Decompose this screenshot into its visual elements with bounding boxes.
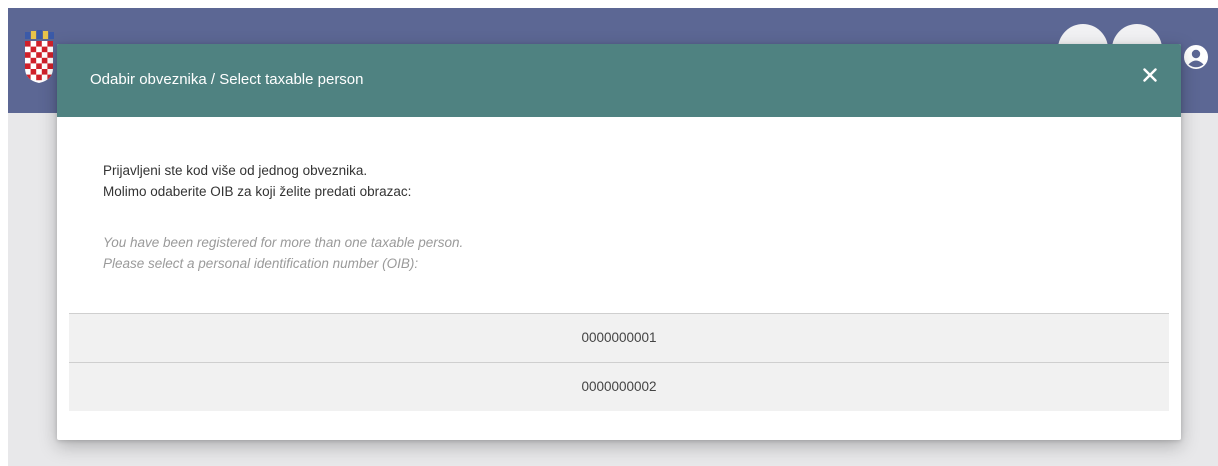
modal-title: Odabir obveznika / Select taxable person — [90, 71, 364, 88]
oib-option[interactable]: 0000000002 — [69, 362, 1169, 411]
user-circle-icon[interactable] — [1183, 44, 1209, 70]
message-croatian-line-2: Molimo odaberite OIB za koji želite pred… — [103, 184, 412, 199]
modal-header: Odabir obveznika / Select taxable person — [57, 44, 1181, 117]
select-taxable-person-modal: Odabir obveznika / Select taxable person… — [57, 44, 1181, 440]
oib-option-list: 0000000001 0000000002 — [69, 313, 1169, 411]
message-croatian: Prijavljeni ste kod više od jednog obvez… — [103, 160, 411, 202]
close-icon[interactable] — [1137, 62, 1163, 88]
message-croatian-line-1: Prijavljeni ste kod više od jednog obvez… — [103, 163, 368, 178]
message-english-line-1: You have been registered for more than o… — [103, 235, 464, 250]
oib-option[interactable]: 0000000001 — [69, 314, 1169, 362]
croatian-coat-of-arms-icon[interactable] — [24, 30, 54, 84]
message-english: You have been registered for more than o… — [103, 232, 463, 274]
page: Odabir obveznika / Select taxable person… — [0, 0, 1218, 466]
message-english-line-2: Please select a personal identification … — [103, 256, 419, 271]
